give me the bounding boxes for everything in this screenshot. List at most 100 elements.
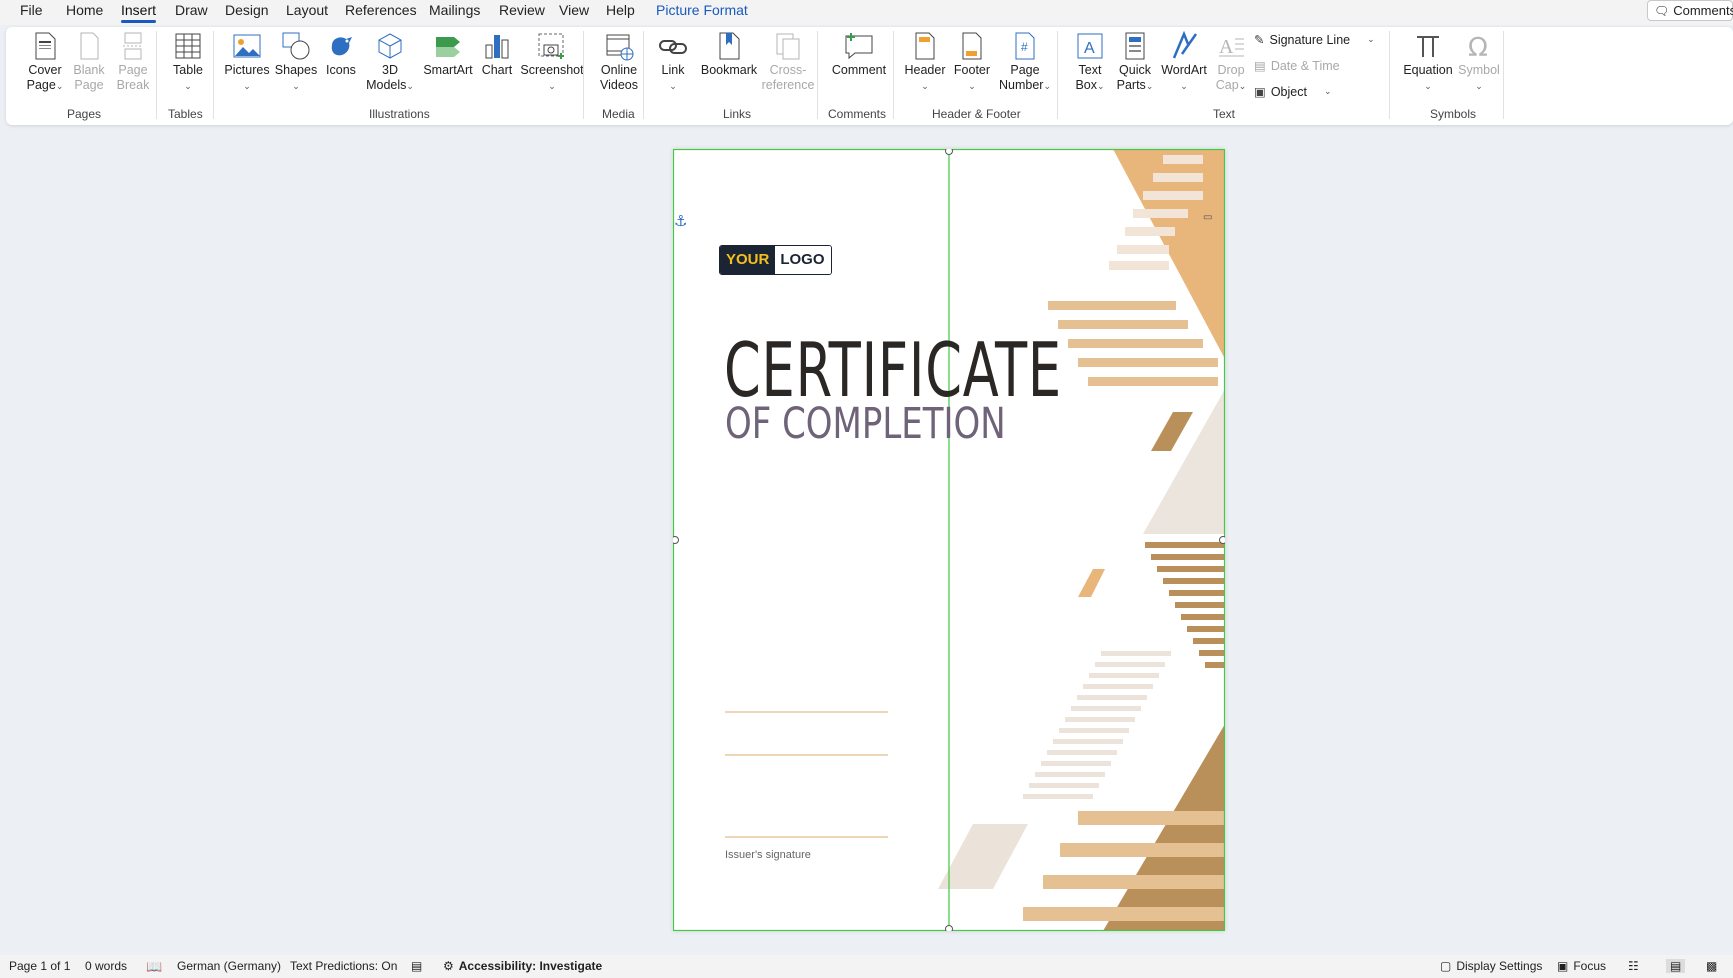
macro-icon[interactable]: ▤ bbox=[411, 959, 422, 973]
logo: YOUR LOGO bbox=[719, 245, 832, 275]
date-time-button[interactable]: ▤ Date & Time bbox=[1254, 58, 1340, 74]
footer-button[interactable]: Footer ⌄ bbox=[947, 31, 997, 94]
tab-layout[interactable]: Layout bbox=[286, 2, 328, 18]
blank-page-icon bbox=[80, 32, 99, 60]
svg-text:A: A bbox=[1219, 36, 1234, 58]
tab-view[interactable]: View bbox=[559, 2, 589, 18]
symbol-button[interactable]: Ω Symbol ⌄ bbox=[1452, 31, 1506, 94]
tab-references[interactable]: References bbox=[345, 2, 417, 18]
symbol-label: Symbol bbox=[1458, 63, 1500, 77]
smartart-button[interactable]: SmartArt bbox=[418, 31, 478, 78]
page-break-label: Page Break bbox=[116, 63, 150, 92]
bookmark-label: Bookmark bbox=[700, 63, 758, 77]
group-label-links: Links bbox=[723, 107, 752, 121]
quick-parts-icon bbox=[1125, 32, 1145, 60]
language[interactable]: German (Germany) bbox=[177, 959, 281, 973]
tab-help[interactable]: Help bbox=[606, 2, 635, 18]
ribbon-separator bbox=[893, 31, 894, 119]
wordart-button[interactable]: WordArt ⌄ bbox=[1156, 31, 1212, 94]
comments-button-label: Comments bbox=[1673, 3, 1733, 18]
tab-review[interactable]: Review bbox=[499, 2, 545, 18]
signature-line-button[interactable]: ✎ Signature Line ⌄ bbox=[1254, 32, 1375, 48]
table-button[interactable]: Table ⌄ bbox=[163, 31, 213, 94]
page-break-button[interactable]: Page Break bbox=[108, 31, 158, 93]
focus-label: Focus bbox=[1573, 959, 1607, 973]
footer-icon bbox=[962, 32, 982, 60]
display-settings-label: Display Settings bbox=[1456, 959, 1543, 973]
quick-parts-button[interactable]: Quick Parts⌄ bbox=[1112, 31, 1158, 94]
text-box-icon: A bbox=[1077, 33, 1103, 59]
icons-icon bbox=[331, 37, 352, 56]
shapes-button[interactable]: Shapes ⌄ bbox=[272, 31, 320, 94]
blank-page-button[interactable]: Blank Page bbox=[64, 31, 114, 93]
smartart-icon bbox=[436, 37, 460, 57]
drop-cap-button[interactable]: A Drop Cap⌄ bbox=[1210, 31, 1252, 94]
page-number-button[interactable]: # Page Number⌄ bbox=[994, 31, 1056, 94]
signature-line-label: Signature Line bbox=[1269, 32, 1351, 47]
picture-icon bbox=[233, 34, 261, 58]
page-count[interactable]: Page 1 of 1 bbox=[9, 959, 70, 973]
focus-mode[interactable]: ▣ Focus bbox=[1557, 959, 1606, 973]
group-label-text: Text bbox=[1213, 107, 1236, 121]
equation-button[interactable]: Equation ⌄ bbox=[1398, 31, 1458, 94]
document-page[interactable]: ⚓ ▭ YOUR LOGO CERTIFICATE OF COMPLETION … bbox=[673, 149, 1225, 931]
ribbon-separator bbox=[213, 31, 214, 119]
tab-picture-format[interactable]: Picture Format bbox=[656, 2, 748, 18]
cover-page-button[interactable]: Cover Page⌄ bbox=[20, 31, 70, 94]
comment-button[interactable]: Comment bbox=[825, 31, 893, 78]
status-bar: Page 1 of 1 0 words 📖 German (Germany) T… bbox=[0, 955, 1733, 978]
pictures-button[interactable]: Pictures ⌄ bbox=[220, 31, 274, 94]
online-videos-button[interactable]: Online Videos bbox=[592, 31, 646, 93]
proofing-icon[interactable]: 📖 bbox=[146, 959, 162, 975]
tab-mailings[interactable]: Mailings bbox=[429, 2, 480, 18]
monitor-icon: ▢ bbox=[1440, 959, 1452, 973]
group-label-header-footer: Header & Footer bbox=[932, 107, 1021, 121]
ribbon-separator bbox=[583, 31, 584, 119]
video-icon bbox=[606, 34, 634, 61]
omega-icon: Ω bbox=[1468, 33, 1488, 61]
link-label: Link bbox=[661, 63, 685, 77]
pi-icon bbox=[1417, 36, 1439, 57]
cross-reference-button[interactable]: Cross- reference bbox=[756, 31, 820, 93]
comments-button[interactable]: 🗨 Comments bbox=[1647, 0, 1733, 21]
chart-button[interactable]: Chart bbox=[474, 31, 520, 78]
icons-button[interactable]: Icons bbox=[319, 31, 363, 78]
blank-page-label: Blank Page bbox=[73, 63, 105, 92]
cross-reference-label: Cross- reference bbox=[761, 63, 815, 92]
print-layout-icon[interactable]: ▤ bbox=[1666, 959, 1686, 973]
certificate-title: CERTIFICATE bbox=[724, 326, 1062, 414]
drop-cap-icon: A bbox=[1219, 36, 1244, 58]
focus-icon: ▣ bbox=[1557, 959, 1569, 973]
3d-models-button[interactable]: 3D Models⌄ bbox=[361, 31, 419, 94]
tab-insert[interactable]: Insert bbox=[121, 2, 157, 23]
signature-icon: ✎ bbox=[1254, 33, 1265, 47]
tab-home[interactable]: Home bbox=[66, 2, 103, 18]
link-button[interactable]: Link ⌄ bbox=[651, 31, 695, 94]
bookmark-button[interactable]: Bookmark bbox=[694, 31, 764, 78]
display-settings[interactable]: ▢ Display Settings bbox=[1440, 959, 1542, 973]
icons-label: Icons bbox=[326, 63, 356, 77]
text-box-button[interactable]: A Text Box⌄ bbox=[1069, 31, 1111, 94]
tab-draw[interactable]: Draw bbox=[175, 2, 208, 18]
layout-options-icon[interactable]: ▭ bbox=[1203, 212, 1212, 223]
web-layout-icon[interactable]: ▩ bbox=[1706, 959, 1717, 973]
page-number-icon: # bbox=[1015, 32, 1035, 60]
anchor-icon[interactable]: ⚓ bbox=[674, 212, 687, 230]
pictures-label: Pictures bbox=[224, 63, 270, 77]
bookmark-icon bbox=[719, 32, 740, 60]
screenshot-button[interactable]: Screenshot ⌄ bbox=[516, 31, 588, 94]
text-predictions[interactable]: Text Predictions: On bbox=[290, 959, 397, 973]
group-label-comments: Comments bbox=[828, 107, 887, 121]
accessibility-status[interactable]: ⚙ Accessibility: Investigate bbox=[443, 959, 602, 973]
header-icon bbox=[915, 32, 935, 60]
word-count[interactable]: 0 words bbox=[85, 959, 127, 973]
3d-models-label: 3D Models bbox=[366, 63, 407, 92]
read-mode-icon[interactable]: ☷ bbox=[1628, 959, 1639, 973]
logo-your: YOUR bbox=[720, 246, 776, 274]
object-button[interactable]: ▣ Object ⌄ bbox=[1254, 84, 1332, 100]
header-button[interactable]: Header ⌄ bbox=[900, 31, 950, 94]
equation-label: Equation bbox=[1403, 63, 1453, 77]
tab-file[interactable]: File bbox=[20, 2, 43, 18]
logo-text: LOGO bbox=[775, 246, 831, 274]
tab-design[interactable]: Design bbox=[225, 2, 269, 18]
